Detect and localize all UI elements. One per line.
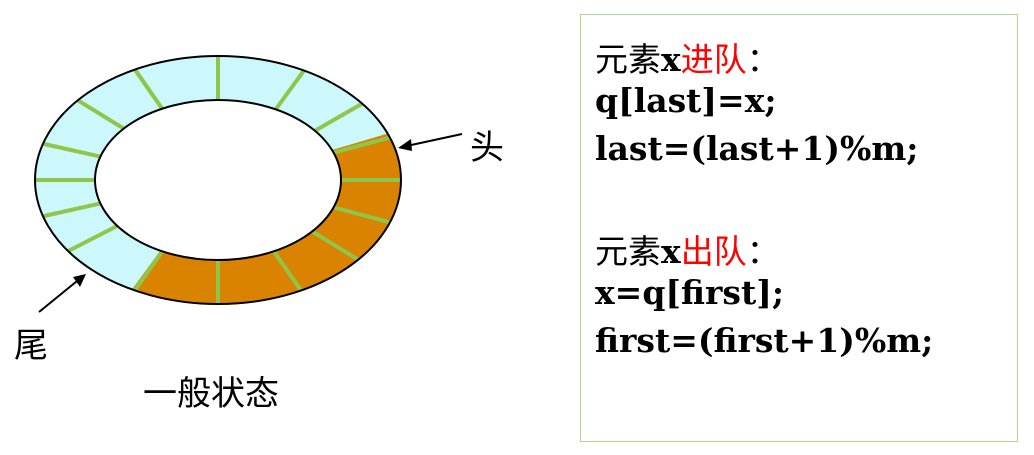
head-label: 头 xyxy=(470,128,504,168)
tail-arrow xyxy=(38,276,83,313)
diagram-caption: 一般状态 xyxy=(143,374,279,414)
enqueue-line-2: last=(last+1)%m; xyxy=(595,129,919,168)
dequeue-title-prefix: 元素 xyxy=(595,232,661,271)
head-arrowhead xyxy=(398,139,412,151)
enqueue-title-prefix: 元素 xyxy=(595,40,661,79)
enqueue-title-var: x xyxy=(661,40,681,79)
dequeue-line-2: first=(first+1)%m; xyxy=(595,321,934,360)
circular-queue-ring xyxy=(34,55,463,313)
dequeue-title-colon: ： xyxy=(746,232,780,271)
enqueue-line-1: q[last]=x; xyxy=(595,81,777,120)
enqueue-title-action: 进队 xyxy=(680,40,747,79)
enqueue-title-colon: ： xyxy=(746,40,780,79)
dequeue-title-var: x xyxy=(661,232,681,271)
tail-arrowhead xyxy=(73,274,86,287)
dequeue-title-action: 出队 xyxy=(680,232,747,271)
enqueue-title: 元素x进队： xyxy=(595,33,780,81)
code-panel: 元素x进队： q[last]=x; last=(last+1)%m; 元素x出队… xyxy=(580,14,1018,442)
dequeue-title: 元素x出队： xyxy=(595,225,780,273)
tail-label: 尾 xyxy=(14,326,48,366)
ring-occupied-region xyxy=(132,133,401,304)
dequeue-line-1: x=q[first]; xyxy=(595,273,785,312)
ring-inner-outline xyxy=(94,99,342,261)
